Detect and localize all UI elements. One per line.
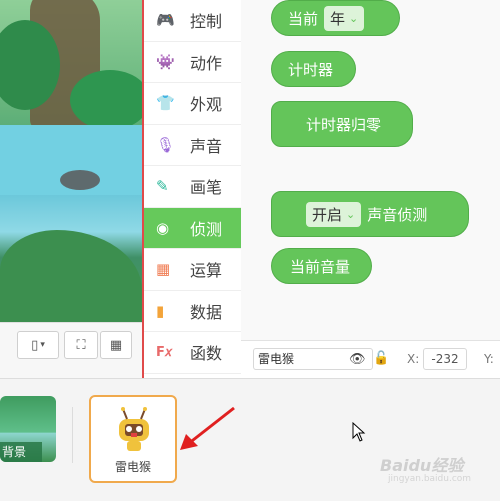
sound-detect-block[interactable]: 开启 ⌄ 声音侦测 — [271, 191, 469, 237]
block-label: 计时器 — [288, 60, 334, 79]
block-label: 声音侦测 — [367, 205, 428, 224]
category-label: 声音 — [190, 136, 223, 156]
x-coordinate-input[interactable]: -232 — [423, 348, 467, 370]
category-functions[interactable]: F𝑥 函数 — [144, 332, 242, 374]
category-sensing[interactable]: ◉ 侦测 — [144, 207, 242, 249]
time-unit-dropdown[interactable]: 年 ⌄ — [324, 5, 365, 31]
category-label: 侦测 — [190, 219, 223, 239]
pen-icon: ✎ — [156, 177, 169, 196]
device-mode-button[interactable]: ▯ ▾ — [17, 331, 59, 359]
category-label: 外观 — [190, 95, 223, 115]
stage-foliage — [70, 70, 142, 130]
grid-button[interactable]: ▦ — [100, 331, 132, 359]
tray-divider — [72, 407, 73, 463]
category-label: 运算 — [190, 261, 223, 281]
watermark-logo: Baidu经验 — [380, 456, 464, 475]
category-label: 函数 — [190, 344, 223, 364]
category-label: 画笔 — [190, 178, 223, 198]
stage-controls: ▯ ▾ ⛶ ▦ — [0, 322, 142, 375]
category-operators[interactable]: ▦ 运算 — [144, 249, 242, 291]
microphone-icon: 🎙 — [156, 135, 176, 154]
category-label: 动作 — [190, 53, 223, 73]
loudness-block[interactable]: 当前音量 — [271, 248, 372, 284]
mouse-cursor-icon — [352, 422, 366, 442]
robot-monkey-sprite-image — [119, 407, 149, 451]
block-label: 当前音量 — [290, 257, 351, 276]
on-off-dropdown[interactable]: 开启 ⌄ — [306, 201, 362, 227]
current-time-block[interactable]: 当前 年 ⌄ — [271, 0, 400, 36]
reset-timer-block[interactable]: 计时器归零 — [271, 101, 413, 147]
block-label: 当前 — [288, 9, 319, 28]
category-control[interactable]: 🎮 控制 — [144, 0, 242, 42]
x-label: X: — [407, 352, 420, 366]
chevron-down-icon: ⌄ — [349, 11, 359, 25]
background-thumbnail[interactable]: 背景 — [0, 396, 56, 462]
chevron-down-icon: ⌄ — [346, 207, 356, 221]
watermark-url: jingyan.baidu.com — [388, 474, 472, 484]
target-icon: ◉ — [156, 218, 170, 237]
category-pen[interactable]: ✎ 画笔 — [144, 166, 242, 208]
gamepad-icon: 🎮 — [156, 11, 175, 30]
bar-chart-icon: ▮ — [156, 301, 165, 320]
eye-icon[interactable]: 👁 — [349, 352, 366, 367]
block-category-list: 🎮 控制 👾 动作 👕 外观 🎙 声音 ✎ 画笔 ◉ 侦测 ▦ 运算 ▮ 数据 … — [142, 0, 243, 378]
y-label: Y: — [484, 352, 494, 366]
shirt-icon: 👕 — [156, 94, 175, 113]
category-label: 控制 — [190, 12, 223, 32]
function-icon: F𝑥 — [156, 344, 173, 360]
background-label: 背景 — [0, 442, 42, 462]
fullscreen-button[interactable]: ⛶ — [64, 331, 98, 359]
sprite-name-label: 雷电猴 — [114, 460, 151, 474]
timer-block[interactable]: 计时器 — [271, 51, 356, 87]
fullscreen-icon: ⛶ — [76, 337, 86, 353]
calculator-icon: ▦ — [156, 260, 171, 279]
stage-canvas[interactable] — [0, 0, 142, 322]
caret-down-icon: ▾ — [40, 340, 45, 350]
category-data[interactable]: ▮ 数据 — [144, 291, 242, 332]
category-looks[interactable]: 👕 外观 — [144, 83, 242, 125]
ghost-icon: 👾 — [156, 52, 175, 71]
category-motion[interactable]: 👾 动作 — [144, 42, 242, 83]
category-sound[interactable]: 🎙 声音 — [144, 125, 242, 166]
sprite-name-value: 雷电猴 — [258, 352, 295, 366]
grid-icon: ▦ — [109, 337, 123, 353]
dropdown-value: 开启 — [312, 205, 343, 224]
sprite-info-bar: 雷电猴 👁 🔓 X: -232 Y: — [241, 340, 500, 379]
sprite-card-selected[interactable]: 雷电猴 — [89, 395, 177, 483]
stage-bushes — [0, 230, 142, 322]
stage-rock — [60, 170, 100, 190]
x-value: -232 — [431, 352, 459, 366]
lock-icon[interactable]: 🔓 — [373, 351, 389, 366]
phone-icon: ▯ — [31, 337, 39, 353]
block-palette: 当前 年 ⌄ 计时器 计时器归零 开启 ⌄ 声音侦测 当前音量 — [241, 0, 500, 340]
dropdown-value: 年 — [330, 9, 346, 28]
red-arrow-annotation — [180, 406, 235, 450]
block-label: 计时器归零 — [306, 115, 382, 134]
category-label: 数据 — [190, 302, 223, 322]
